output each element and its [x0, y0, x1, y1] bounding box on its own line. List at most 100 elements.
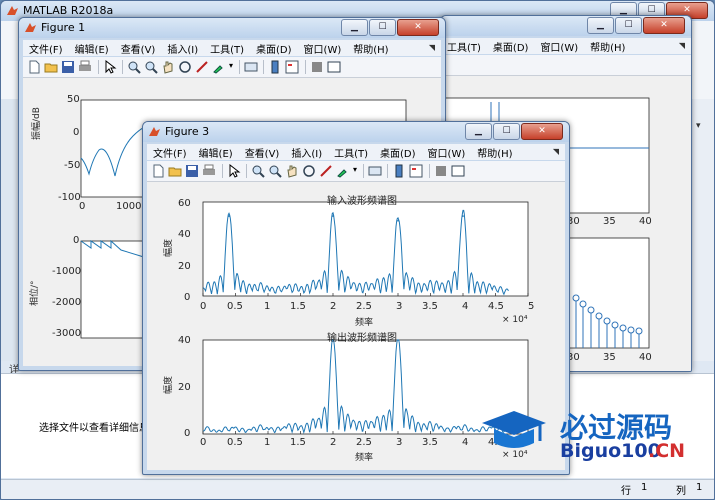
figure1-minimize-button[interactable]: ▁ [341, 19, 368, 36]
pan-hand-icon[interactable] [161, 60, 175, 74]
figure1-close-button[interactable]: ✕ [397, 19, 439, 36]
figure3-matlab-icon [149, 127, 160, 136]
status-bar [1, 479, 714, 499]
link-plot-icon[interactable] [368, 164, 382, 178]
show-plot-tools-icon[interactable] [327, 60, 341, 74]
hide-plot-tools-icon[interactable] [434, 164, 448, 178]
rotate-3d-icon[interactable] [302, 164, 316, 178]
print-icon[interactable] [202, 164, 216, 178]
plot1-xtick: 1.5 [290, 301, 306, 312]
insert-colorbar-icon[interactable] [268, 60, 282, 74]
menu-item-window[interactable]: 窗口(W) [534, 39, 584, 54]
pointer-icon[interactable] [227, 164, 241, 178]
brush-icon[interactable] [336, 164, 350, 178]
open-file-icon[interactable] [168, 164, 182, 178]
menu-item-tools[interactable]: 工具(T) [441, 39, 487, 54]
pointer-icon[interactable] [103, 60, 117, 74]
show-plot-tools-icon[interactable] [451, 164, 465, 178]
figure3-close-button[interactable]: ✕ [521, 123, 563, 140]
menu-item-edit[interactable]: 编辑(E) [193, 145, 239, 160]
open-file-icon[interactable] [44, 60, 58, 74]
back-xtick-top-2: 40 [639, 216, 652, 227]
back-bottom-stem-marker [635, 327, 643, 335]
right-panel-strip [693, 99, 714, 361]
menu-item-tools[interactable]: 工具(T) [328, 145, 374, 160]
menu-item-insert[interactable]: 插入(I) [285, 145, 328, 160]
back-xtick-bottom-2: 40 [639, 352, 652, 363]
figure-back-maximize-button[interactable]: ☐ [615, 17, 642, 34]
insert-legend-icon[interactable] [285, 60, 299, 74]
insert-colorbar-icon[interactable] [392, 164, 406, 178]
dock-arrow-icon[interactable]: ◥ [679, 41, 685, 50]
pan-hand-icon[interactable] [285, 164, 299, 178]
right-panel-toggle-icon[interactable]: ▾ [696, 121, 701, 131]
menu-item-desktop[interactable]: 桌面(D) [487, 39, 535, 54]
figure1-dock-arrow-icon[interactable]: ◥ [429, 43, 435, 52]
figure1-matlab-icon [25, 23, 36, 32]
plot1-axes [202, 201, 529, 297]
plot1-peak-point [462, 215, 464, 217]
watermark-url-suffix: .CN [648, 440, 686, 462]
menu-item-file[interactable]: 文件(F) [23, 41, 69, 56]
menu-item-help[interactable]: 帮助(H) [471, 145, 518, 160]
figure-back-close-button[interactable]: ✕ [643, 17, 685, 34]
figure1-titlebar[interactable]: Figure 1 ▁ ☐ ✕ [19, 18, 445, 38]
menu-item-window[interactable]: 窗口(W) [422, 145, 472, 160]
figure3-minimize-button[interactable]: ▁ [465, 123, 492, 140]
brush-dropdown-icon[interactable]: ▾ [353, 165, 357, 174]
hide-plot-tools-icon[interactable] [310, 60, 324, 74]
back-bottom-stem-marker [603, 317, 611, 325]
plot1-xtick: 1 [264, 301, 271, 312]
back-bottom-stem-marker [572, 294, 580, 302]
link-plot-icon[interactable] [244, 60, 258, 74]
rotate-3d-icon[interactable] [178, 60, 192, 74]
figure1-title: Figure 1 [41, 21, 86, 34]
figure3-maximize-button[interactable]: ☐ [493, 123, 520, 140]
brush-icon[interactable] [212, 60, 226, 74]
menu-item-help[interactable]: 帮助(H) [584, 39, 631, 54]
zoom-out-icon[interactable] [268, 164, 282, 178]
figure-back-titlebar[interactable]: ▁ ☐ ✕ [441, 16, 691, 36]
figure1-maximize-button[interactable]: ☐ [369, 19, 396, 36]
plot2-peak-point [397, 339, 399, 341]
insert-legend-icon[interactable] [409, 164, 423, 178]
back-xtick-top-1: 35 [603, 216, 616, 227]
zoom-in-icon[interactable] [127, 60, 141, 74]
save-icon[interactable] [61, 60, 75, 74]
plot2-xtick: 4 [462, 437, 469, 448]
menu-item-file[interactable]: 文件(F) [147, 145, 193, 160]
new-figure-icon[interactable] [151, 164, 165, 178]
zoom-in-icon[interactable] [251, 164, 265, 178]
menu-item-desktop[interactable]: 桌面(D) [374, 145, 422, 160]
print-icon[interactable] [78, 60, 92, 74]
figure-back-minimize-button[interactable]: ▁ [587, 17, 614, 34]
brush-dropdown-icon[interactable]: ▾ [229, 61, 233, 70]
data-cursor-icon[interactable] [195, 60, 209, 74]
new-figure-icon[interactable] [27, 60, 41, 74]
fig1-top-xtick: 0 [79, 201, 86, 212]
menu-item-edit[interactable]: 编辑(E) [69, 41, 115, 56]
plot2-xtick: 1.5 [290, 437, 306, 448]
save-icon[interactable] [185, 164, 199, 178]
plot1-xtick: 3 [396, 301, 403, 312]
figure3-toolbar: ▾ [147, 161, 565, 182]
menu-item-view[interactable]: 查看(V) [115, 41, 162, 56]
zoom-out-icon[interactable] [144, 60, 158, 74]
plot1-xtick: 0 [200, 301, 207, 312]
menu-item-insert[interactable]: 插入(I) [161, 41, 204, 56]
plot1-xtick: 2.5 [356, 301, 372, 312]
menu-item-tools[interactable]: 工具(T) [204, 41, 250, 56]
menu-item-window[interactable]: 窗口(W) [298, 41, 348, 56]
toolbar-separator [363, 164, 364, 178]
menu-item-desktop[interactable]: 桌面(D) [250, 41, 298, 56]
plot2-ylabel: 幅度 [164, 375, 174, 394]
back-bottom-stem-marker [627, 326, 635, 334]
menu-item-help[interactable]: 帮助(H) [347, 41, 394, 56]
back-bottom-stem-marker [587, 306, 595, 314]
figure3-dock-arrow-icon[interactable]: ◥ [553, 147, 559, 156]
figure3-titlebar[interactable]: Figure 3 ▁ ☐ ✕ [143, 122, 569, 142]
toolbar-separator [387, 164, 388, 178]
menu-item-view[interactable]: 查看(V) [239, 145, 286, 160]
data-cursor-icon[interactable] [319, 164, 333, 178]
back-bottom-stem-marker [619, 324, 627, 332]
